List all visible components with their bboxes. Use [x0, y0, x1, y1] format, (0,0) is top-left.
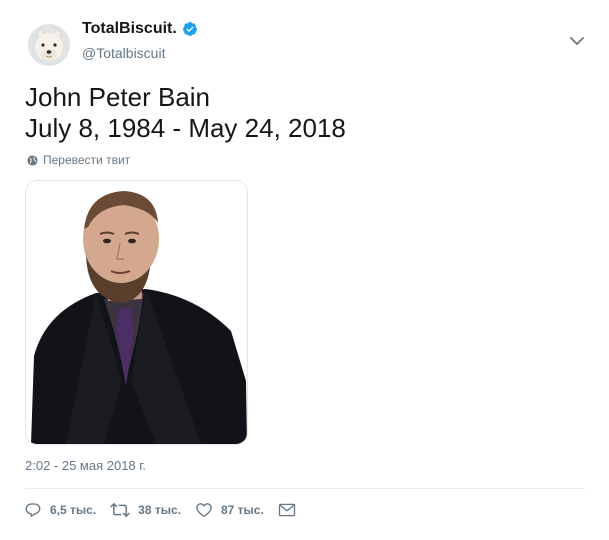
chevron-down-icon[interactable] — [568, 34, 586, 48]
reply-count: 6,5 тыс. — [50, 503, 97, 517]
tweet-text: John Peter Bain July 8, 1984 - May 24, 2… — [25, 82, 346, 144]
retweet-count: 38 тыс. — [138, 503, 181, 517]
portrait-photo — [26, 181, 247, 444]
envelope-icon — [278, 502, 296, 518]
reply-button[interactable]: 6,5 тыс. — [24, 501, 96, 519]
tweet-text-line-1: John Peter Bain — [25, 82, 211, 112]
divider — [25, 488, 585, 489]
like-button[interactable]: 87 тыс. — [195, 501, 264, 519]
direct-message-button[interactable] — [278, 502, 296, 518]
tweet-text-line-2: July 8, 1984 - May 24, 2018 — [25, 113, 346, 143]
tweet-timestamp[interactable]: 2:02 - 25 мая 2018 г. — [25, 458, 146, 473]
heart-icon — [195, 501, 213, 519]
reply-icon — [24, 501, 42, 519]
author-handle[interactable]: @Totalbiscuit — [82, 45, 165, 61]
avatar-image — [28, 24, 70, 66]
author-display-name[interactable]: TotalBiscuit. — [82, 20, 177, 38]
translate-tweet-link[interactable]: Перевести твит — [27, 153, 130, 167]
avatar[interactable] — [28, 24, 70, 66]
translate-label: Перевести твит — [43, 153, 131, 167]
tweet-actions: 6,5 тыс. 38 тыс. 87 тыс. — [24, 501, 310, 519]
like-count: 87 тыс. — [220, 503, 264, 517]
verified-badge-icon — [182, 21, 198, 37]
retweet-button[interactable]: 38 тыс. — [110, 501, 181, 519]
retweet-icon — [110, 501, 130, 519]
author-name-row[interactable]: TotalBiscuit. — [82, 20, 198, 38]
globe-icon — [27, 154, 38, 166]
tweet-media-image[interactable] — [25, 180, 248, 445]
